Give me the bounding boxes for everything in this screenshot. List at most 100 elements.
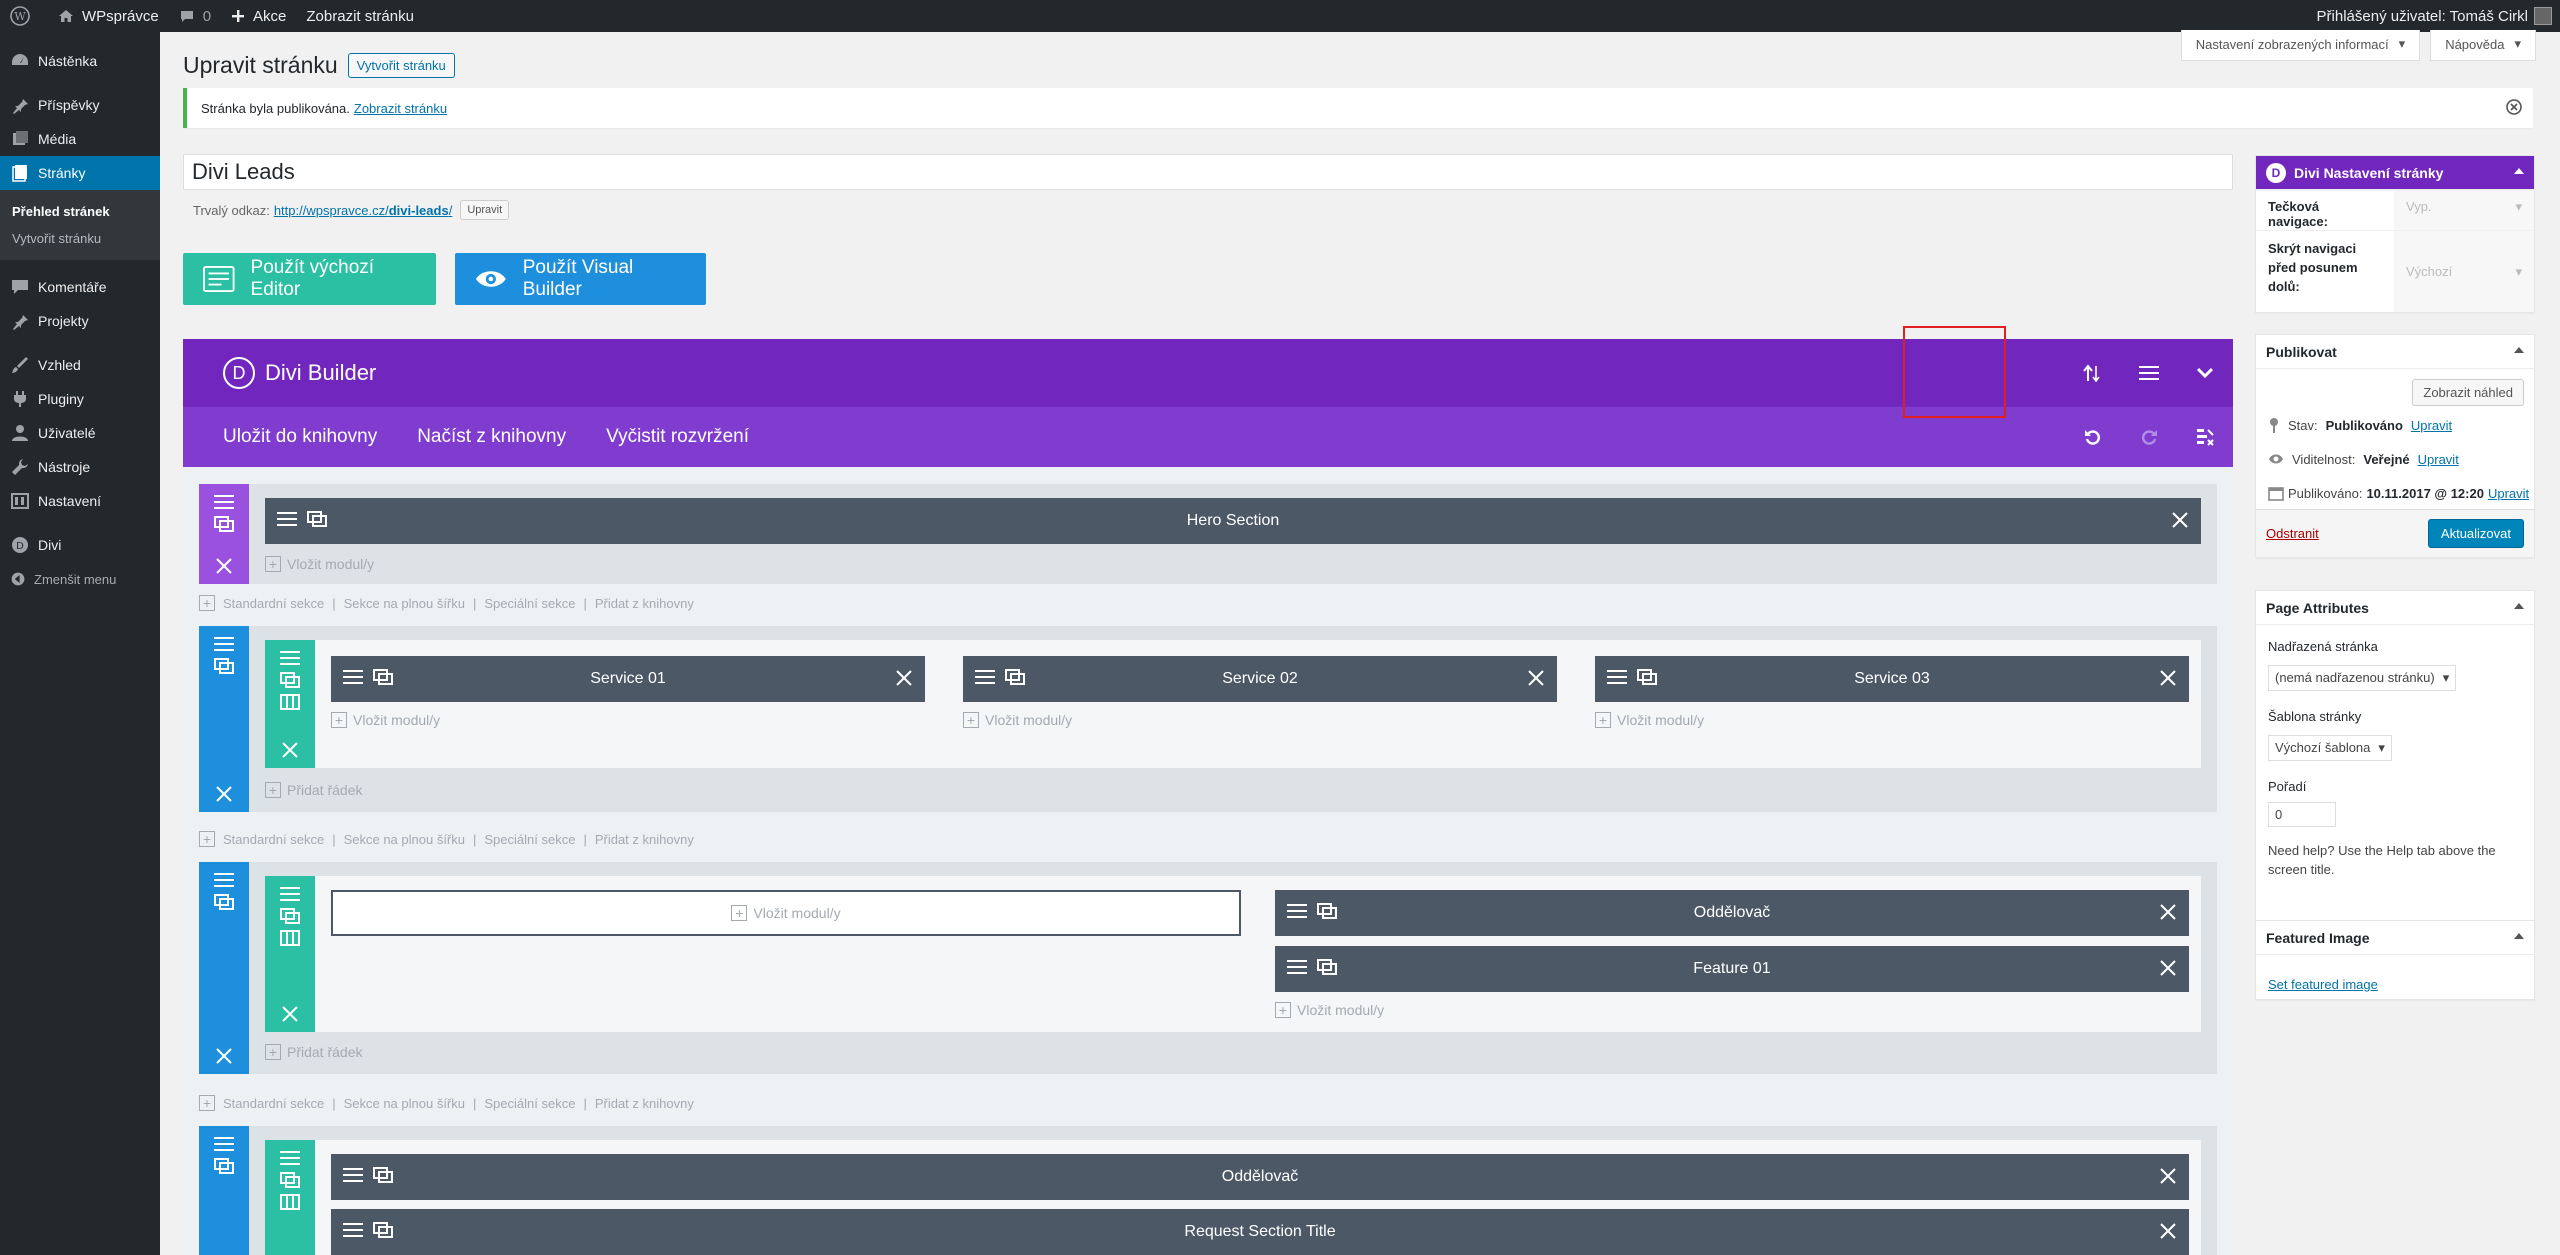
columns-icon[interactable] (280, 694, 300, 710)
hamburger-icon[interactable] (1287, 959, 1307, 975)
hamburger-icon[interactable] (975, 669, 995, 685)
columns-icon[interactable] (280, 930, 300, 946)
menu-item-pages[interactable]: Stránky (0, 156, 160, 190)
insert-module-button[interactable]: + Vložit modul/y (331, 712, 440, 728)
publish-header[interactable]: Publikovat (2256, 335, 2534, 369)
load-from-library-button[interactable]: Načíst z knihovny (417, 426, 566, 448)
duplicate-icon[interactable] (373, 1167, 393, 1183)
toggle-up-icon[interactable] (2514, 603, 2524, 609)
chevron-down-icon[interactable] (2177, 339, 2233, 407)
close-icon[interactable] (2171, 511, 2189, 529)
hamburger-icon[interactable] (280, 650, 300, 666)
hamburger-icon[interactable] (280, 886, 300, 902)
duplicate-icon[interactable] (280, 908, 300, 924)
set-featured-image-link[interactable]: Set featured image (2268, 977, 2378, 992)
hamburger-icon[interactable] (214, 1136, 234, 1152)
hamburger-icon[interactable] (343, 1222, 363, 1238)
duplicate-icon[interactable] (373, 1222, 393, 1238)
collapse-menu-button[interactable]: Zmenšit menu (0, 562, 160, 596)
hamburger-icon[interactable] (214, 872, 234, 888)
page-attributes-header[interactable]: Page Attributes (2256, 591, 2534, 625)
status-edit-link[interactable]: Upravit (2411, 418, 2452, 433)
permalink-link[interactable]: http://wpspravce.cz/divi-leads/ (274, 203, 452, 218)
hamburger-icon[interactable] (1607, 669, 1627, 685)
featured-image-header[interactable]: Featured Image (2256, 921, 2534, 955)
undo-icon[interactable] (2065, 407, 2121, 467)
close-icon[interactable] (2159, 1222, 2177, 1240)
add-fullwidth-section-link[interactable]: Sekce na plnou šířku (344, 832, 465, 847)
close-icon[interactable] (214, 1046, 234, 1066)
hide-nav-select[interactable]: Výchozí ▾ (2394, 231, 2534, 312)
module-divider[interactable]: Oddělovač (1275, 890, 2189, 936)
add-from-library-link[interactable]: Přidat z knihovny (595, 1096, 694, 1111)
duplicate-icon[interactable] (214, 894, 234, 910)
module-service-03[interactable]: Service 03 (1595, 656, 2189, 702)
menu-item-settings[interactable]: Nastavení (0, 484, 160, 518)
close-icon[interactable] (214, 784, 234, 804)
section-handle[interactable] (199, 626, 249, 812)
row-handle[interactable] (265, 640, 315, 768)
menu-item-projects[interactable]: Projekty (0, 304, 160, 338)
submenu-all-pages[interactable]: Přehled stránek (0, 198, 160, 225)
toggle-up-icon[interactable] (2514, 933, 2524, 939)
hamburger-icon[interactable] (277, 511, 297, 527)
screen-options-button[interactable]: Nastavení zobrazených informací ▾ (2180, 30, 2421, 61)
view-page-link[interactable]: Zobrazit stránku (296, 0, 424, 32)
hamburger-icon[interactable] (214, 636, 234, 652)
wordpress-logo-icon[interactable]: W (0, 0, 48, 32)
history-icon[interactable] (2177, 407, 2233, 467)
duplicate-icon[interactable] (214, 658, 234, 674)
dot-nav-select[interactable]: Vyp. ▾ (2394, 191, 2534, 230)
module-request-section-title[interactable]: Request Section Title (331, 1209, 2189, 1255)
menu-item-posts[interactable]: Příspěvky (0, 88, 160, 122)
duplicate-icon[interactable] (214, 1158, 234, 1174)
duplicate-icon[interactable] (280, 1172, 300, 1188)
divi-settings-header[interactable]: D Divi Nastavení stránky (2256, 156, 2534, 190)
dismiss-icon[interactable] (2505, 98, 2523, 116)
save-to-library-button[interactable]: Uložit do knihovny (223, 426, 377, 448)
menu-item-divi[interactable]: D Divi (0, 528, 160, 562)
row-handle[interactable] (265, 1140, 315, 1255)
hamburger-menu-icon[interactable] (2121, 339, 2177, 407)
duplicate-icon[interactable] (1317, 959, 1337, 975)
notice-view-link[interactable]: Zobrazit stránku (354, 101, 447, 116)
toggle-up-icon[interactable] (2514, 168, 2524, 174)
hamburger-icon[interactable] (214, 494, 234, 510)
add-special-section-link[interactable]: Speciální sekce (484, 596, 575, 611)
redo-icon[interactable] (2121, 407, 2177, 467)
columns-icon[interactable] (280, 1194, 300, 1210)
add-from-library-link[interactable]: Přidat z knihovny (595, 832, 694, 847)
preview-button[interactable]: Zobrazit náhled (2412, 379, 2524, 406)
section-handle[interactable] (199, 484, 249, 584)
toggle-up-icon[interactable] (2514, 347, 2524, 353)
close-icon[interactable] (1527, 669, 1545, 687)
duplicate-icon[interactable] (1317, 903, 1337, 919)
section-handle[interactable] (199, 1126, 249, 1255)
close-icon[interactable] (2159, 669, 2177, 687)
insert-module-button[interactable]: + Vložit modul/y (265, 556, 374, 572)
section-handle[interactable] (199, 862, 249, 1074)
row-handle[interactable] (265, 876, 315, 1032)
add-standard-section-link[interactable]: Standardní sekce (223, 832, 324, 847)
menu-item-tools[interactable]: Nástroje (0, 450, 160, 484)
template-select[interactable]: Výchozí šablona ▾ (2268, 735, 2392, 761)
hamburger-icon[interactable] (280, 1150, 300, 1166)
delete-link[interactable]: Odstranit (2266, 526, 2319, 541)
module-feature-01[interactable]: Feature 01 (1275, 946, 2189, 992)
module-service-01[interactable]: Service 01 (331, 656, 925, 702)
hamburger-icon[interactable] (343, 1167, 363, 1183)
duplicate-icon[interactable] (214, 516, 234, 532)
order-input[interactable]: 0 (2268, 802, 2336, 827)
menu-item-media[interactable]: Média (0, 122, 160, 156)
add-standard-section-link[interactable]: Standardní sekce (223, 596, 324, 611)
insert-module-button[interactable]: + Vložit modul/y (1595, 712, 1704, 728)
menu-item-appearance[interactable]: Vzhled (0, 348, 160, 382)
add-row-button[interactable]: + Přidat řádek (265, 782, 362, 798)
permalink-edit-button[interactable]: Upravit (460, 200, 510, 220)
insert-module-button[interactable]: + Vložit modul/y (331, 890, 1241, 936)
comments-link[interactable]: 0 (169, 0, 221, 32)
add-fullwidth-section-link[interactable]: Sekce na plnou šířku (344, 1096, 465, 1111)
user-account-link[interactable]: Přihlášený uživatel: Tomáš Cirkl (2317, 0, 2552, 32)
use-default-editor-button[interactable]: Použít výchozí Editor (183, 253, 436, 305)
submenu-add-page[interactable]: Vytvořit stránku (0, 225, 160, 252)
